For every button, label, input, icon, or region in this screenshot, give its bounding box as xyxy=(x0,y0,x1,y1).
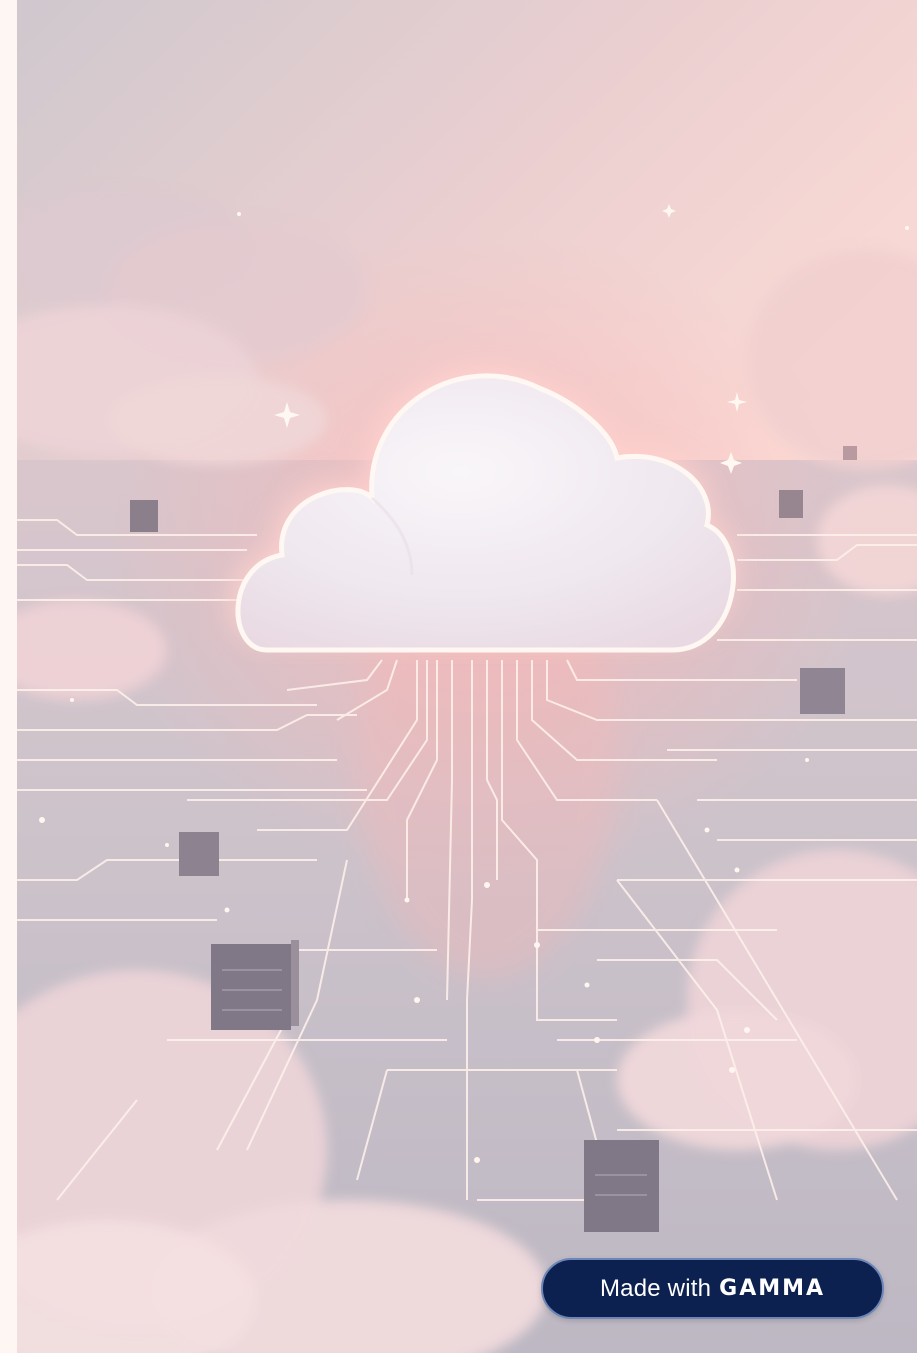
made-with-label: Made with xyxy=(599,1274,712,1302)
gamma-logo-text: GAMMA xyxy=(719,1276,826,1301)
left-margin xyxy=(0,0,17,1353)
slide-canvas: Made with GAMMA xyxy=(0,0,917,1353)
cloud-circuit-illustration xyxy=(17,0,917,1353)
made-with-gamma-badge[interactable]: Made with GAMMA xyxy=(541,1258,884,1319)
